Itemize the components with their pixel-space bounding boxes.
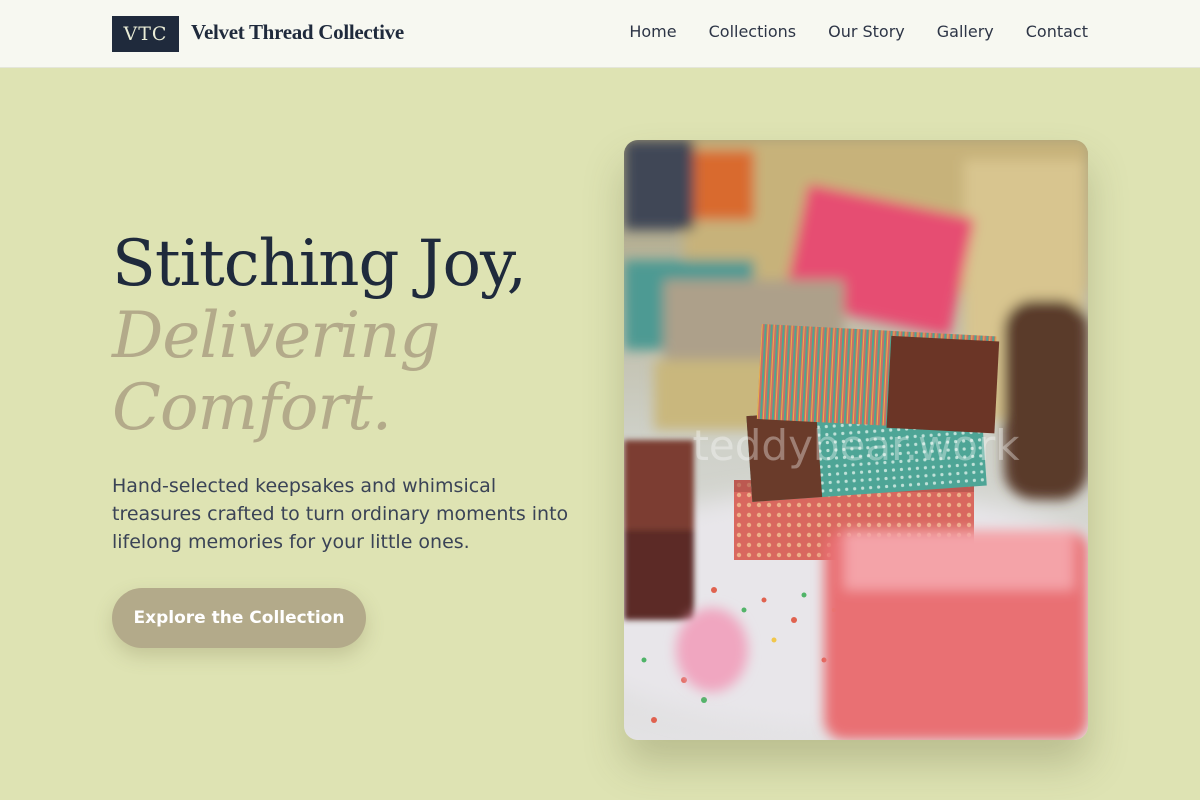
hero-title-line1: Stitching Joy, (112, 227, 527, 301)
hero-title-line2: Delivering (112, 299, 440, 373)
nav-collections[interactable]: Collections (709, 22, 796, 41)
soap-stack-illustration: teddybear.work (624, 140, 1088, 740)
image-watermark: teddybear.work (692, 421, 1020, 470)
main-nav: Home Collections Our Story Gallery Conta… (629, 22, 1088, 41)
nav-our-story[interactable]: Our Story (828, 22, 905, 41)
nav-home[interactable]: Home (629, 22, 676, 41)
hero-title: Stitching Joy, Delivering Comfort. (112, 227, 527, 445)
nav-contact[interactable]: Contact (1026, 22, 1088, 41)
explore-collection-button[interactable]: Explore the Collection (112, 588, 366, 648)
nav-gallery[interactable]: Gallery (937, 22, 994, 41)
hero-title-line3: Comfort. (112, 371, 392, 445)
site-header: VTC Velvet Thread Collective Home Collec… (0, 0, 1200, 68)
hero-subtitle: Hand-selected keepsakes and whimsical tr… (112, 475, 569, 553)
brand-name[interactable]: Velvet Thread Collective (191, 20, 404, 45)
hero-photo: teddybear.work (624, 140, 1088, 740)
logo-mark[interactable]: VTC (112, 16, 179, 52)
